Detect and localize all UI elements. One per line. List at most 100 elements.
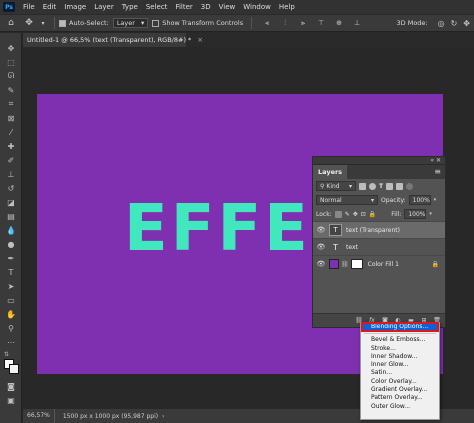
fill-input[interactable]: 100% xyxy=(404,209,427,219)
align-right-icon[interactable]: ⫸ xyxy=(296,16,310,30)
orbit-icon[interactable]: ◎ xyxy=(438,19,445,28)
blur-tool-icon[interactable]: 💧 xyxy=(5,225,17,235)
layer-row[interactable]: 👁 T text (Transparent) xyxy=(313,221,445,238)
eyedropper-tool-icon[interactable]: ⁄ xyxy=(5,127,17,137)
eye-icon[interactable]: 👁 xyxy=(316,243,326,251)
rectangle-tool-icon[interactable]: ▭ xyxy=(5,295,17,305)
lock-position-icon[interactable]: ✥ xyxy=(353,211,358,218)
home-icon[interactable]: ⌂ xyxy=(4,16,18,30)
chevron-right-icon[interactable]: › xyxy=(162,413,164,420)
more-tools-icon[interactable]: ⋯ xyxy=(5,337,17,347)
clone-stamp-tool-icon[interactable]: ⊥ xyxy=(5,169,17,179)
layer-row[interactable]: 👁 ⛓ Color Fill 1 🔒 xyxy=(313,255,445,272)
eye-icon[interactable]: 👁 xyxy=(316,260,326,268)
menu-view[interactable]: View xyxy=(215,0,240,14)
screen-mode-icon[interactable]: ▣ xyxy=(5,395,17,405)
brush-tool-icon[interactable]: ✐ xyxy=(5,155,17,165)
lock-transparent-icon[interactable] xyxy=(334,210,342,218)
opacity-input[interactable]: 100% xyxy=(408,195,431,205)
menu-item-pattern-overlay[interactable]: Pattern Overlay... xyxy=(361,394,439,402)
collapse-panel-icon[interactable]: « ✕ xyxy=(430,157,441,165)
swap-colors-icon[interactable]: ⇅ xyxy=(4,351,9,358)
menu-window[interactable]: Window xyxy=(239,0,275,14)
menu-item-stroke[interactable]: Stroke... xyxy=(361,345,439,353)
align-middle-icon[interactable]: ⊕ xyxy=(332,16,346,30)
lock-pixels-icon[interactable]: ✎ xyxy=(345,211,350,218)
lock-artboard-icon[interactable]: ⊡ xyxy=(361,211,366,218)
menu-select[interactable]: Select xyxy=(142,0,172,14)
quick-mask-icon[interactable]: ◙ xyxy=(5,381,17,391)
layer-name[interactable]: text (Transparent) xyxy=(346,227,400,234)
pen-tool-icon[interactable]: ✒ xyxy=(5,253,17,263)
quick-select-tool-icon[interactable]: ✎ xyxy=(5,85,17,95)
menu-type[interactable]: Type xyxy=(118,0,142,14)
layer-name[interactable]: text xyxy=(346,244,358,251)
eraser-tool-icon[interactable]: ◪ xyxy=(5,197,17,207)
align-bottom-icon[interactable]: ⊥ xyxy=(350,16,364,30)
lasso-tool-icon[interactable]: ᘏ xyxy=(5,71,17,81)
filter-smart-object-icon[interactable] xyxy=(396,182,404,190)
zoom-tool-icon[interactable]: ⚲ xyxy=(5,323,17,333)
panel-menu-icon[interactable]: ≡ xyxy=(434,165,441,179)
crop-tool-icon[interactable]: ⌗ xyxy=(5,99,17,109)
filter-toggle-icon[interactable] xyxy=(406,182,414,190)
menu-item-gradient-overlay[interactable]: Gradient Overlay... xyxy=(361,386,439,394)
path-select-tool-icon[interactable]: ➤ xyxy=(5,281,17,291)
frame-tool-icon[interactable]: ⊠ xyxy=(5,113,17,123)
chevron-down-icon[interactable]: ▾ xyxy=(429,211,432,217)
dodge-tool-icon[interactable]: ● xyxy=(5,239,17,249)
layer-name[interactable]: Color Fill 1 xyxy=(368,261,399,268)
zoom-level[interactable]: 66,57% xyxy=(23,409,55,423)
chevron-down-icon: ▾ xyxy=(348,182,352,190)
filter-adjustment-icon[interactable] xyxy=(369,182,376,190)
lock-label: Lock: xyxy=(316,210,332,218)
blend-row: Normal ▾ Opacity: 100% ▾ xyxy=(313,193,445,207)
menu-item-outer-glow[interactable]: Outer Glow... xyxy=(361,403,439,411)
filter-pixel-icon[interactable] xyxy=(359,182,366,190)
menu-3d[interactable]: 3D xyxy=(197,0,215,14)
menu-item-bevel-emboss[interactable]: Bevel & Emboss... xyxy=(361,336,439,344)
roll-icon[interactable]: ↻ xyxy=(451,19,458,28)
chevron-down-icon[interactable]: ▾ xyxy=(36,16,50,30)
menu-help[interactable]: Help xyxy=(275,0,299,14)
move-tool-icon[interactable]: ✥ xyxy=(22,16,36,30)
blend-mode-dropdown[interactable]: Normal ▾ xyxy=(316,195,378,205)
menu-file[interactable]: File xyxy=(19,0,39,14)
document-tab[interactable]: Untitled-1 @ 66,5% (text (Transparent), … xyxy=(23,33,203,47)
filter-shape-icon[interactable] xyxy=(386,182,394,190)
menu-item-satin[interactable]: Satin... xyxy=(361,369,439,377)
auto-select-checkbox[interactable] xyxy=(59,19,66,27)
align-center-icon[interactable]: ⫶ xyxy=(278,16,292,30)
background-color-swatch[interactable] xyxy=(9,364,19,374)
show-transform-checkbox[interactable] xyxy=(152,19,160,27)
eye-icon[interactable]: 👁 xyxy=(316,226,326,234)
layer-filter-dropdown[interactable]: ⚲ Kind ▾ xyxy=(316,181,356,191)
layer-row[interactable]: 👁 T text xyxy=(313,238,445,255)
healing-brush-tool-icon[interactable]: ✚ xyxy=(5,141,17,151)
menu-layer[interactable]: Layer xyxy=(90,0,118,14)
close-icon[interactable]: × xyxy=(197,36,203,44)
gradient-tool-icon[interactable]: ▤ xyxy=(5,211,17,221)
marquee-tool-icon[interactable]: ⬚ xyxy=(5,57,17,67)
auto-select-dropdown[interactable]: Layer ▾ xyxy=(112,18,149,28)
menu-item-color-overlay[interactable]: Color Overlay... xyxy=(361,378,439,386)
type-tool-icon[interactable]: T xyxy=(5,267,17,277)
menu-filter[interactable]: Filter xyxy=(171,0,196,14)
menu-item-inner-glow[interactable]: Inner Glow... xyxy=(361,361,439,369)
lock-all-icon[interactable]: 🔒 xyxy=(369,211,376,218)
move-tool-icon[interactable]: ✥ xyxy=(5,43,17,53)
hand-tool-icon[interactable]: ✋ xyxy=(5,309,17,319)
tab-layers[interactable]: Layers xyxy=(313,165,348,179)
align-top-icon[interactable]: ⊤ xyxy=(314,16,328,30)
menu-item-inner-shadow[interactable]: Inner Shadow... xyxy=(361,353,439,361)
fill-color-thumbnail[interactable] xyxy=(329,259,339,269)
filter-type-icon[interactable]: T xyxy=(379,183,383,190)
align-left-icon[interactable]: ⫷ xyxy=(260,16,274,30)
history-brush-tool-icon[interactable]: ↺ xyxy=(5,183,17,193)
pan-icon[interactable]: ✥ xyxy=(463,19,470,28)
document-size: 1500 px x 1000 px (95,987 ppi) xyxy=(62,412,159,420)
layer-mask-thumbnail[interactable] xyxy=(350,259,363,269)
menu-image[interactable]: Image xyxy=(60,0,90,14)
menu-edit[interactable]: Edit xyxy=(39,0,61,14)
chevron-down-icon[interactable]: ▾ xyxy=(434,197,437,203)
